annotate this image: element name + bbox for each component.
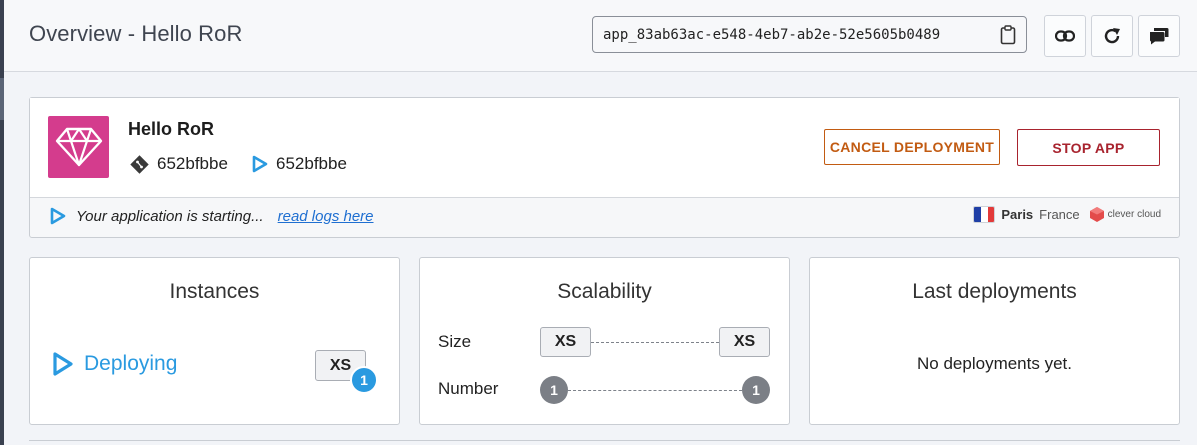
provider-name: clever cloud — [1107, 209, 1161, 220]
number-range-line — [568, 390, 742, 391]
app-summary-card: Hello RoR 652bfbbe 652bfbbe CANCEL DEPLO… — [29, 97, 1180, 238]
git-commit-icon — [130, 154, 149, 174]
instance-count-badge: 1 — [350, 366, 378, 394]
status-text: Your application is starting... — [76, 207, 264, 225]
zone-country: France — [1039, 207, 1080, 222]
restart-button[interactable] — [1091, 15, 1133, 57]
last-deployments-title: Last deployments — [912, 280, 1077, 303]
cancel-deployment-button[interactable]: CANCEL DEPLOYMENT — [824, 129, 1000, 165]
play-icon — [53, 352, 73, 376]
size-min-chip: XS — [540, 327, 591, 357]
play-icon — [252, 155, 268, 173]
deploying-commit: 652bfbbe — [252, 154, 347, 174]
instances-title: Instances — [169, 280, 260, 303]
zone-city: Paris — [1001, 207, 1034, 222]
chat-icon — [1150, 28, 1169, 45]
scalability-title: Scalability — [557, 280, 652, 303]
app-name: Hello RoR — [128, 119, 215, 139]
chat-button[interactable] — [1138, 15, 1180, 57]
app-id-value: app_83ab63ac-e548-4eb7-ab2e-52e5605b0489 — [603, 26, 941, 43]
next-section-edge — [29, 440, 1180, 445]
stop-app-button[interactable]: STOP APP — [1017, 129, 1160, 166]
clipboard-icon[interactable] — [1000, 25, 1016, 45]
play-icon — [50, 207, 66, 225]
instances-state: Deploying — [52, 351, 177, 377]
instances-card: Instances Deploying XS 1 — [29, 257, 400, 425]
scalability-card: Scalability Size XS XS Number 1 1 — [419, 257, 790, 425]
no-deployments-message: No deployments yet. — [917, 354, 1072, 373]
deployment-status: Your application is starting... read log… — [50, 206, 374, 226]
current-commit: 652bfbbe — [130, 154, 228, 174]
page-title: Overview - Hello RoR — [29, 21, 243, 46]
number-max-badge: 1 — [742, 376, 770, 404]
page-header: Overview - Hello RoR app_83ab63ac-e548-4… — [4, 0, 1197, 72]
refresh-icon — [1104, 28, 1120, 44]
size-label: Size — [438, 332, 472, 351]
read-logs-link[interactable]: read logs here — [278, 208, 374, 225]
nav-active-marker — [0, 78, 4, 120]
zone-info: Paris France clever cloud — [973, 206, 1161, 223]
size-range-line — [591, 342, 719, 343]
deploying-commit-hash: 652bfbbe — [276, 154, 347, 173]
instances-state-label: Deploying — [84, 352, 178, 375]
size-max-chip: XS — [719, 327, 770, 357]
ruby-logo — [48, 116, 109, 178]
provider: clever cloud — [1089, 207, 1161, 222]
link-button[interactable] — [1044, 15, 1086, 57]
app-id-field[interactable]: app_83ab63ac-e548-4eb7-ab2e-52e5605b0489 — [592, 16, 1027, 53]
france-flag-icon — [973, 206, 996, 223]
ruby-gem-icon — [55, 127, 102, 167]
current-commit-hash: 652bfbbe — [157, 154, 228, 173]
clever-cloud-logo-icon — [1089, 207, 1104, 222]
last-deployments-card: Last deployments No deployments yet. — [809, 257, 1180, 425]
number-label: Number — [438, 379, 499, 398]
link-icon — [1055, 30, 1075, 42]
app-summary-top: Hello RoR 652bfbbe 652bfbbe CANCEL DEPLO… — [30, 98, 1179, 198]
number-min-badge: 1 — [540, 376, 568, 404]
